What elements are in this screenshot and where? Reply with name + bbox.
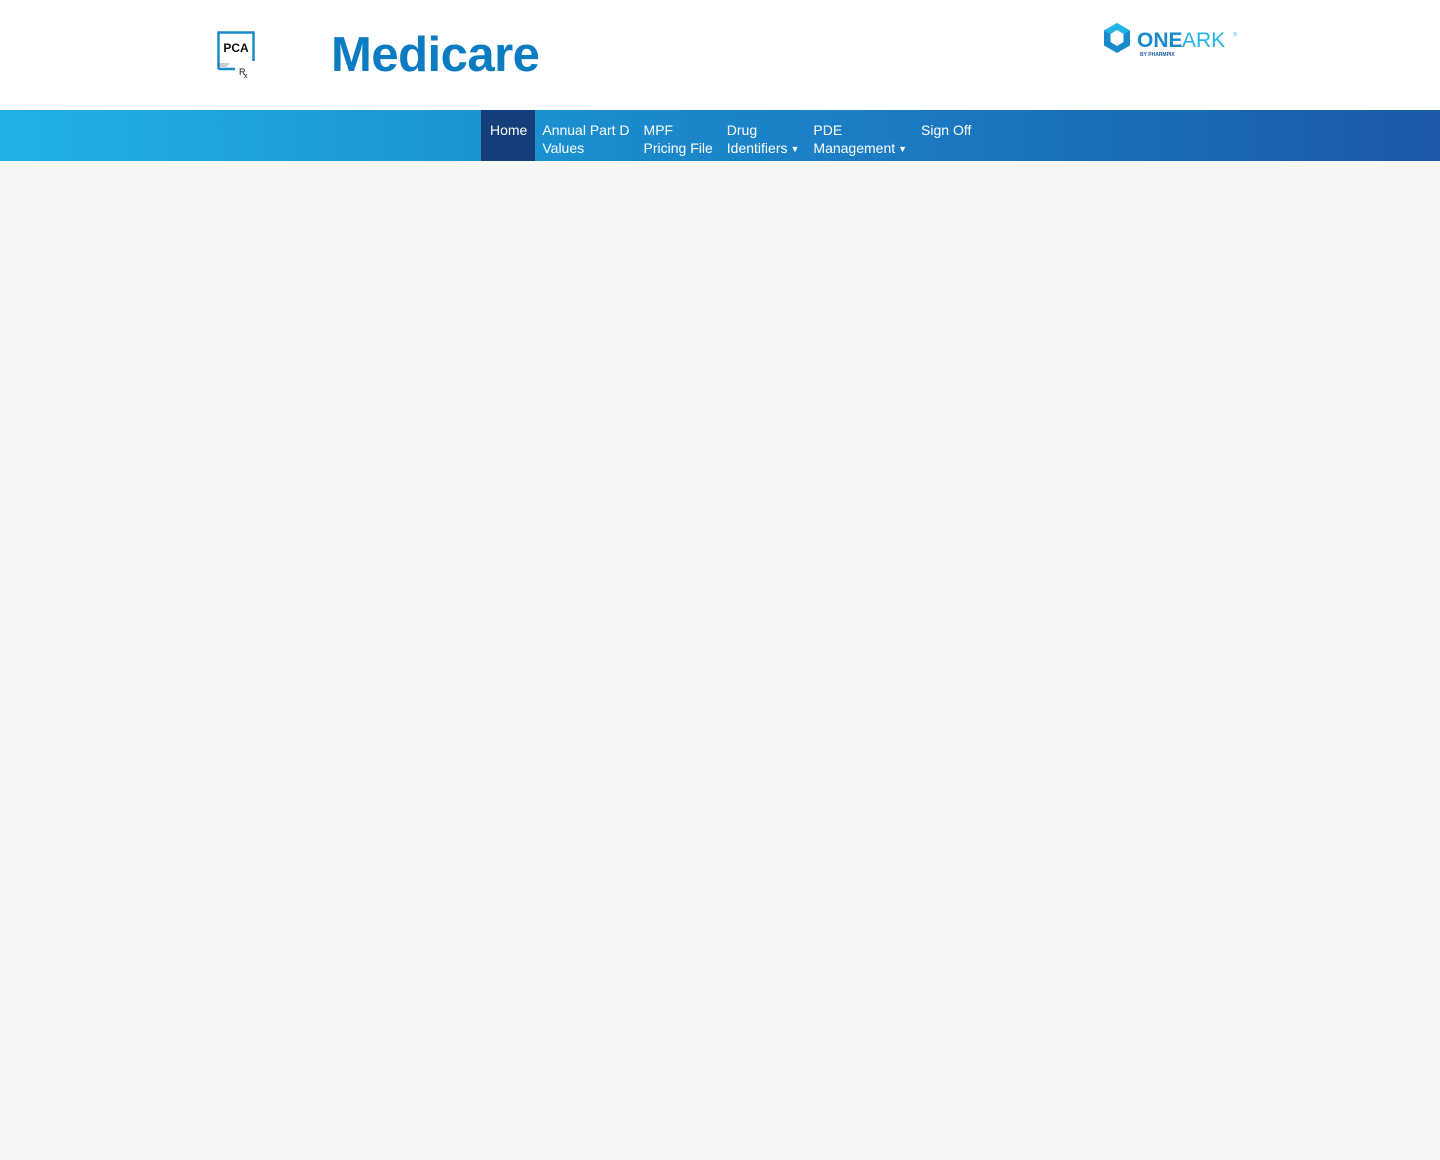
svg-text:x: x [244, 73, 248, 79]
nav-item-label-line2: Pricing File [643, 140, 713, 156]
oneark-logo-one: ONE [1137, 29, 1183, 52]
site-header: PCA R x Medicare ONE ARK ® BY PHARMPIX [0, 0, 1440, 110]
nav-item-label-line2: Values [542, 140, 585, 156]
main-content-area [0, 161, 1440, 1160]
caret-down-icon: ▼ [898, 144, 908, 154]
caret-down-icon: ▼ [790, 144, 800, 154]
nav-item-label: Annual Part D [542, 122, 630, 138]
page-title: Medicare [331, 28, 540, 82]
nav-item-label: Sign Off [921, 122, 972, 138]
nav-menu: Home Annual Part D Values MPF Pricing Fi… [481, 110, 978, 161]
oneark-logo-byline: BY PHARMPIX [1140, 52, 1175, 58]
pca-rx-logo[interactable]: PCA R x [217, 31, 257, 79]
nav-item-label: Drug [726, 122, 758, 138]
nav-item-home[interactable]: Home [481, 110, 536, 161]
nav-item-sign-off[interactable]: Sign Off [914, 110, 978, 161]
oneark-logo-ark: ARK [1182, 29, 1225, 52]
nav-item-mpf-pricing-file[interactable]: MPF Pricing File [637, 110, 720, 161]
main-navigation: Home Annual Part D Values MPF Pricing Fi… [0, 110, 1440, 161]
nav-item-drug-identifiers[interactable]: Drug Identifiers ▼ [720, 110, 807, 161]
nav-item-label-line2: Management [813, 140, 896, 156]
svg-text:®: ® [1233, 31, 1237, 38]
nav-item-label-line2: Identifiers [726, 140, 788, 156]
nav-item-label: MPF [643, 122, 674, 138]
oneark-logo[interactable]: ONE ARK ® BY PHARMPIX [1102, 21, 1238, 59]
nav-item-annual-part-d-values[interactable]: Annual Part D Values [535, 110, 636, 161]
nav-item-pde-management[interactable]: PDE Management ▼ [806, 110, 914, 161]
nav-item-label: Home [490, 122, 528, 138]
pca-logo-text: PCA [223, 41, 249, 55]
nav-item-label: PDE [813, 122, 843, 138]
